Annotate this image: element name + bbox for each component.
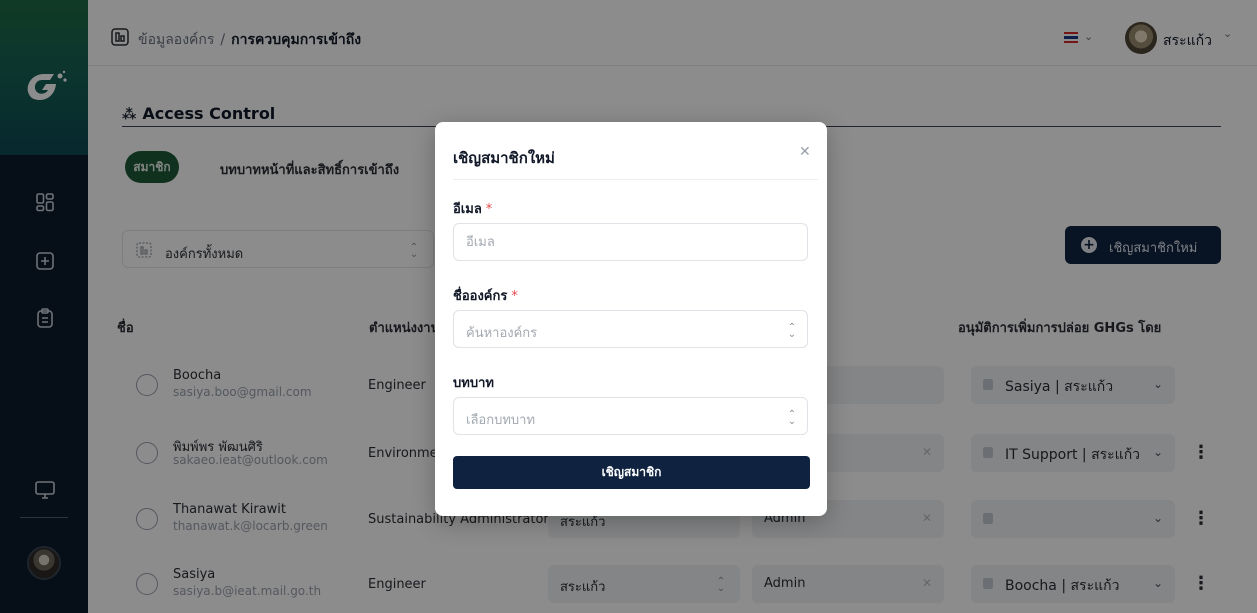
modal-divider	[453, 179, 818, 180]
email-label: อีเมล *	[453, 202, 493, 217]
org-search-select[interactable]: ค้นหาองค์กร ⌃ ⌄	[453, 310, 808, 348]
email-input[interactable]	[454, 224, 807, 260]
required-mark: *	[511, 289, 518, 304]
close-icon[interactable]: ✕	[799, 144, 811, 160]
select-arrows-icon: ⌃ ⌄	[787, 409, 797, 427]
role-label: บทบาท	[453, 376, 494, 391]
org-search-placeholder: ค้นหาองค์กร	[466, 326, 538, 341]
role-placeholder: เลือกบทบาท	[466, 413, 536, 428]
modal-title: เชิญสมาชิกใหม่	[453, 149, 555, 167]
select-arrows-icon: ⌃ ⌄	[787, 322, 797, 340]
role-select[interactable]: เลือกบทบาท ⌃ ⌄	[453, 397, 808, 435]
required-mark: *	[485, 202, 493, 217]
org-name-label: ชื่อองค์กร *	[453, 289, 518, 304]
invite-member-modal: เชิญสมาชิกใหม่ ✕ อีเมล* ชื่อองค์กร* ค้นห…	[435, 122, 827, 516]
invite-submit-button[interactable]: เชิญสมาชิก	[453, 456, 810, 489]
email-field[interactable]	[453, 223, 808, 261]
